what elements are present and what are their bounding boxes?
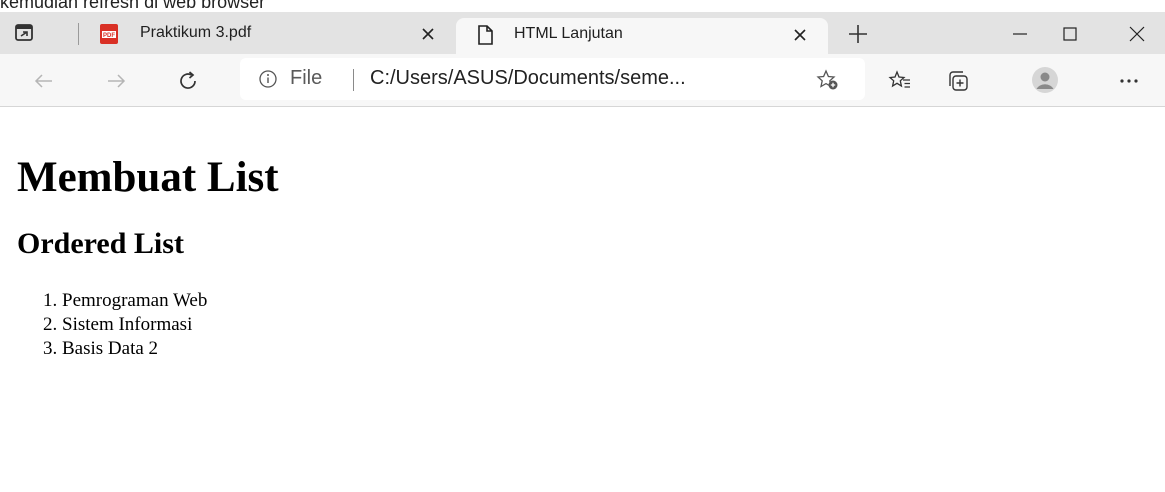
profile-avatar-icon[interactable] [1032,67,1058,93]
minimize-icon[interactable] [1010,24,1030,44]
maximize-icon[interactable] [1060,24,1080,44]
navigation-toolbar: File C:/Users/ASUS/Documents/seme... [0,54,1165,107]
tab-title: HTML Lanjutan [514,25,623,42]
page-heading: Membuat List [17,154,279,201]
list-item: Sistem Informasi [62,313,279,337]
address-separator [353,69,354,91]
new-tab-plus-icon[interactable] [846,22,870,46]
window-close-icon[interactable] [1127,24,1147,44]
favorites-list-icon[interactable] [888,69,912,93]
page-icon [474,24,496,46]
pdf-icon: PDF [98,23,120,45]
tab-html-lanjutan[interactable]: HTML Lanjutan [456,18,828,54]
list-item: Basis Data 2 [62,337,279,361]
ordered-list: Pemrograman Web Sistem Informasi Basis D… [17,289,279,361]
tab-title: Praktikum 3.pdf [140,24,252,41]
refresh-icon[interactable] [176,69,200,93]
address-bar[interactable]: File C:/Users/ASUS/Documents/seme... [240,58,865,100]
close-tab-icon[interactable] [792,27,808,43]
more-options-icon[interactable] [1117,69,1141,93]
address-url-text[interactable]: C:/Users/ASUS/Documents/seme... [370,67,686,90]
svg-text:PDF: PDF [103,33,115,39]
back-arrow-icon[interactable] [32,69,56,93]
info-icon[interactable] [258,69,278,89]
address-scheme-label: File [290,67,323,89]
add-favorite-star-icon[interactable] [816,69,840,91]
page-content: Membuat List Ordered List Pemrograman We… [17,156,279,361]
tab-praktikum-pdf[interactable]: PDF Praktikum 3.pdf [88,12,446,54]
close-tab-icon[interactable] [420,26,436,42]
list-item: Pemrograman Web [62,289,279,313]
forward-arrow-icon[interactable] [104,69,128,93]
section-heading: Ordered List [17,227,184,260]
tab-actions-icon[interactable] [14,23,36,43]
tab-separator [78,23,79,45]
collections-icon[interactable] [946,69,970,93]
tab-bar: PDF Praktikum 3.pdf HTML Lanjutan [0,12,1165,54]
